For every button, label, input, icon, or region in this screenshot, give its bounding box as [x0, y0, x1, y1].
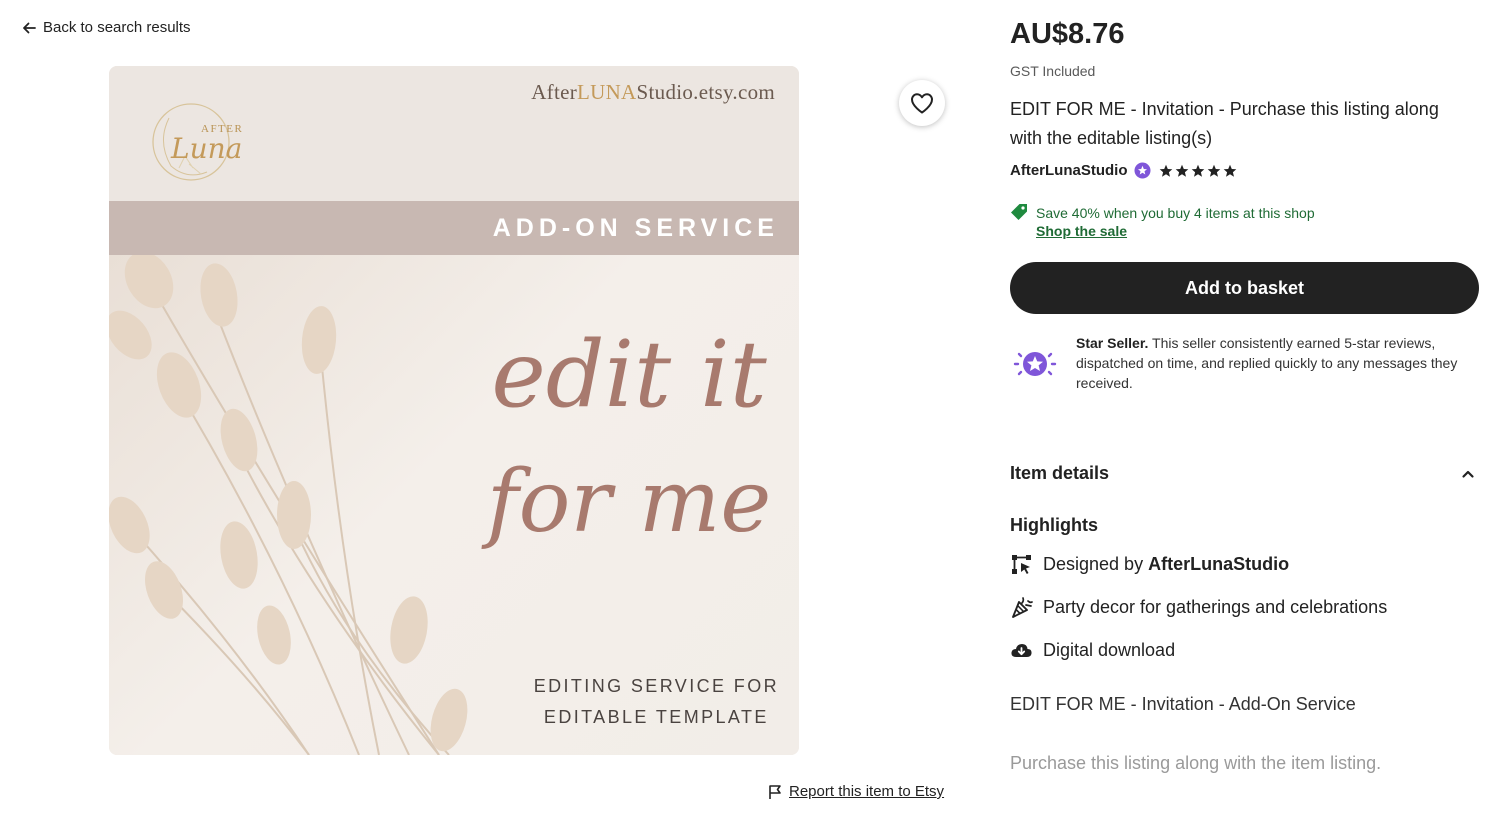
star-seller-info: Star Seller. This seller consistently ea…	[1010, 333, 1476, 393]
add-on-band: ADD-ON SERVICE	[109, 201, 799, 255]
star-seller-mini-icon	[1134, 162, 1150, 179]
star-icon	[1175, 164, 1188, 177]
designer-icon	[1012, 555, 1031, 574]
star-icon	[1159, 164, 1172, 177]
shop-name-link[interactable]: AfterLunaStudio	[1010, 162, 1128, 179]
tax-note: GST Included	[1010, 63, 1096, 79]
edit-it-for-me-script: edit it for me	[481, 321, 772, 552]
image-domain-text: AfterLUNAStudio.etsy.com	[531, 80, 775, 104]
report-item-link[interactable]: Report this item to Etsy	[768, 783, 944, 800]
highlight-party-decor: Party decor for gatherings and celebrati…	[1010, 596, 1387, 619]
highlight-digital-download: Digital download	[1010, 639, 1175, 662]
listing-image[interactable]: AfterLUNAStudio.etsy.com AFTER Luna ADD-…	[109, 66, 799, 755]
party-popper-icon	[1012, 597, 1033, 618]
flag-icon	[769, 784, 781, 799]
brand-logo: AFTER Luna	[152, 103, 242, 181]
svg-text:for me: for me	[481, 452, 772, 552]
promo-message: Save 40% when you buy 4 items at this sh…	[1010, 203, 1315, 239]
star-icon	[1223, 164, 1236, 177]
back-link-label: Back to search results	[43, 19, 191, 36]
shop-the-sale-link[interactable]: Shop the sale	[1036, 223, 1315, 239]
description-line-2: Purchase this listing along with the ite…	[1010, 753, 1382, 773]
favorite-button[interactable]	[899, 80, 945, 126]
price: AU$8.76	[1010, 18, 1125, 50]
price-tag-icon	[1011, 204, 1027, 220]
star-seller-text: Star Seller. This seller consistently ea…	[1076, 335, 1458, 391]
image-caption: EDITING SERVICE FOR EDITABLE TEMPLATE	[533, 676, 779, 727]
listing-title: EDIT FOR ME - Invitation - Purchase this…	[1010, 99, 1439, 148]
star-seller-badge-icon	[1013, 352, 1057, 376]
rating-stars[interactable]	[1159, 164, 1237, 178]
cloud-download-icon	[1011, 644, 1032, 657]
designer-shop-link[interactable]: AfterLunaStudio	[1148, 554, 1289, 574]
heart-icon	[911, 93, 933, 114]
svg-text:Luna: Luna	[170, 132, 242, 165]
svg-text:edit it: edit it	[491, 321, 767, 428]
item-details-title: Item details	[1010, 463, 1110, 483]
back-to-search-link[interactable]: Back to search results	[22, 19, 191, 36]
add-to-basket-button[interactable]: Add to basket	[1010, 262, 1479, 314]
description-line-1: EDIT FOR ME - Invitation - Add-On Servic…	[1010, 694, 1356, 714]
promo-text: Save 40% when you buy 4 items at this sh…	[1036, 205, 1315, 221]
star-icon	[1191, 164, 1204, 177]
shop-row: AfterLunaStudio	[1010, 162, 1237, 179]
chevron-up-icon	[1462, 470, 1474, 478]
report-link-label: Report this item to Etsy	[789, 783, 945, 800]
star-icon	[1207, 164, 1220, 177]
arrow-left-icon	[23, 22, 36, 33]
item-details-toggle[interactable]: Item details	[1010, 463, 1475, 484]
highlights-title: Highlights	[1010, 515, 1098, 535]
band-text: ADD-ON SERVICE	[492, 213, 779, 242]
highlight-designed-by: Designed by AfterLunaStudio	[1010, 553, 1289, 576]
dried-grass-illustration	[109, 255, 468, 755]
